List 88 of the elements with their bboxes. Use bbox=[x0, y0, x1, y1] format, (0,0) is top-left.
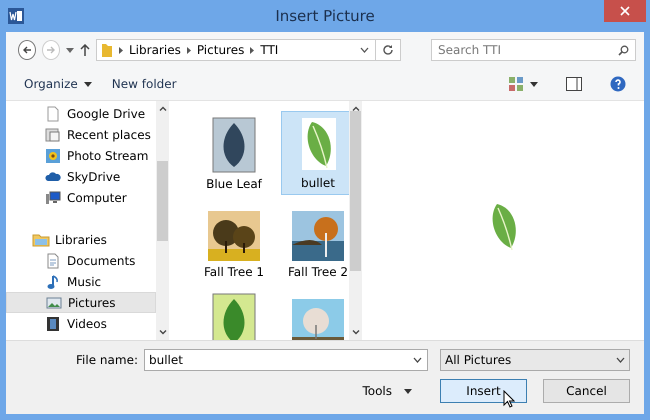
file-name: bullet bbox=[301, 176, 335, 190]
sidebar-label: Pictures bbox=[68, 296, 116, 310]
sidebar-item[interactable]: Computer bbox=[6, 187, 156, 208]
music-note-icon bbox=[46, 274, 60, 290]
caret-icon bbox=[404, 388, 412, 394]
close-icon bbox=[620, 6, 630, 16]
chevron-right-icon bbox=[250, 46, 254, 54]
folder-icon bbox=[32, 232, 50, 248]
document-icon bbox=[46, 106, 60, 122]
sidebar-label: SkyDrive bbox=[67, 170, 120, 184]
caret-icon bbox=[530, 82, 538, 86]
file-name: Fall Tree 2 bbox=[288, 265, 348, 279]
tools-menu[interactable]: Tools bbox=[356, 383, 418, 399]
folder-icon bbox=[101, 42, 113, 58]
leaf-thumbnail bbox=[212, 293, 256, 340]
sidebar-item[interactable]: Photo Stream bbox=[6, 145, 156, 166]
up-button[interactable] bbox=[80, 44, 90, 56]
mouse-cursor-icon bbox=[503, 390, 515, 408]
file-type-dropdown[interactable]: All Pictures bbox=[440, 349, 630, 371]
word-app-icon bbox=[8, 8, 24, 24]
chevron-down-icon bbox=[616, 357, 625, 363]
sidebar-label: Music bbox=[67, 274, 102, 288]
window-title: Insert Picture bbox=[275, 7, 375, 25]
sidebar-item[interactable]: Documents bbox=[6, 250, 156, 271]
sidebar-label: Computer bbox=[67, 190, 127, 204]
recent-places-icon bbox=[45, 126, 61, 142]
up-arrow-icon bbox=[80, 44, 90, 56]
file-name-label: File name: bbox=[76, 353, 138, 367]
sidebar-item[interactable]: Libraries bbox=[6, 229, 156, 250]
sidebar-item[interactable]: SkyDrive bbox=[6, 166, 156, 187]
film-icon bbox=[46, 316, 60, 332]
tree-photo bbox=[292, 211, 344, 261]
address-bar[interactable]: Libraries Pictures TTI bbox=[96, 39, 376, 61]
sidebar-item[interactable]: Music bbox=[6, 271, 156, 292]
chevron-right-icon bbox=[119, 46, 123, 54]
tree-photo bbox=[208, 211, 260, 261]
file-item[interactable]: Blue Leaf bbox=[197, 111, 271, 195]
view-grid-icon bbox=[508, 76, 524, 92]
sidebar-item[interactable]: Pictures bbox=[6, 292, 156, 313]
organize-menu[interactable]: Organize bbox=[16, 73, 100, 95]
recent-locations-dropdown[interactable] bbox=[66, 48, 74, 52]
scrollbar[interactable] bbox=[156, 101, 169, 340]
sidebar-item[interactable]: Google Drive bbox=[6, 103, 156, 124]
pictures-icon bbox=[46, 296, 62, 310]
help-icon bbox=[610, 76, 626, 92]
file-name: Fall Tree 1 bbox=[204, 265, 264, 279]
search-field[interactable]: Search TTI bbox=[431, 39, 636, 61]
scrollbar-thumb[interactable] bbox=[350, 111, 361, 271]
sidebar-label: Documents bbox=[67, 254, 136, 268]
leaf-thumbnail bbox=[212, 117, 256, 173]
breadcrumb-link[interactable]: Pictures bbox=[196, 43, 244, 57]
breadcrumb-link[interactable]: Libraries bbox=[129, 43, 181, 57]
caret-icon bbox=[84, 82, 92, 86]
chevron-right-icon bbox=[186, 46, 191, 54]
new-folder-button[interactable]: New folder bbox=[104, 73, 185, 95]
forward-arrow-icon bbox=[46, 45, 56, 55]
sidebar-label: Videos bbox=[67, 316, 107, 330]
document-icon bbox=[46, 252, 60, 268]
chevron-down-icon bbox=[360, 47, 369, 53]
scroll-up-icon bbox=[158, 106, 166, 111]
chevron-down-icon bbox=[413, 357, 422, 363]
file-name-field[interactable]: bullet bbox=[144, 349, 428, 371]
sidebar-label: Libraries bbox=[55, 232, 107, 246]
file-item[interactable]: bullet bbox=[281, 111, 349, 195]
close-button[interactable] bbox=[604, 0, 646, 22]
scroll-down-icon bbox=[352, 330, 360, 335]
file-item[interactable]: Fall Tree 1 bbox=[197, 199, 271, 283]
back-arrow-icon bbox=[22, 45, 32, 55]
search-icon bbox=[618, 45, 629, 56]
caret-icon bbox=[66, 48, 74, 52]
computer-icon bbox=[45, 190, 61, 206]
sidebar-item[interactable]: Recent places bbox=[6, 124, 156, 145]
sidebar-label: Recent places bbox=[67, 128, 151, 142]
back-button[interactable] bbox=[18, 40, 36, 60]
refresh-icon bbox=[382, 44, 394, 56]
refresh-button[interactable] bbox=[376, 39, 401, 61]
sidebar-item[interactable]: Videos bbox=[6, 313, 156, 334]
file-name: Blue Leaf bbox=[206, 177, 262, 191]
photo-stream-icon bbox=[45, 148, 61, 164]
breadcrumb-link[interactable]: TTI bbox=[260, 43, 278, 57]
pane-icon bbox=[566, 77, 582, 91]
scrollbar-thumb[interactable] bbox=[157, 161, 168, 241]
scroll-down-icon bbox=[158, 330, 166, 335]
sidebar-label: Photo Stream bbox=[67, 148, 148, 162]
file-item[interactable]: Fall Tree 2 bbox=[281, 199, 349, 283]
cancel-button[interactable]: Cancel bbox=[543, 379, 630, 403]
sidebar-label: Google Drive bbox=[67, 106, 146, 120]
scrollbar[interactable] bbox=[349, 101, 362, 340]
